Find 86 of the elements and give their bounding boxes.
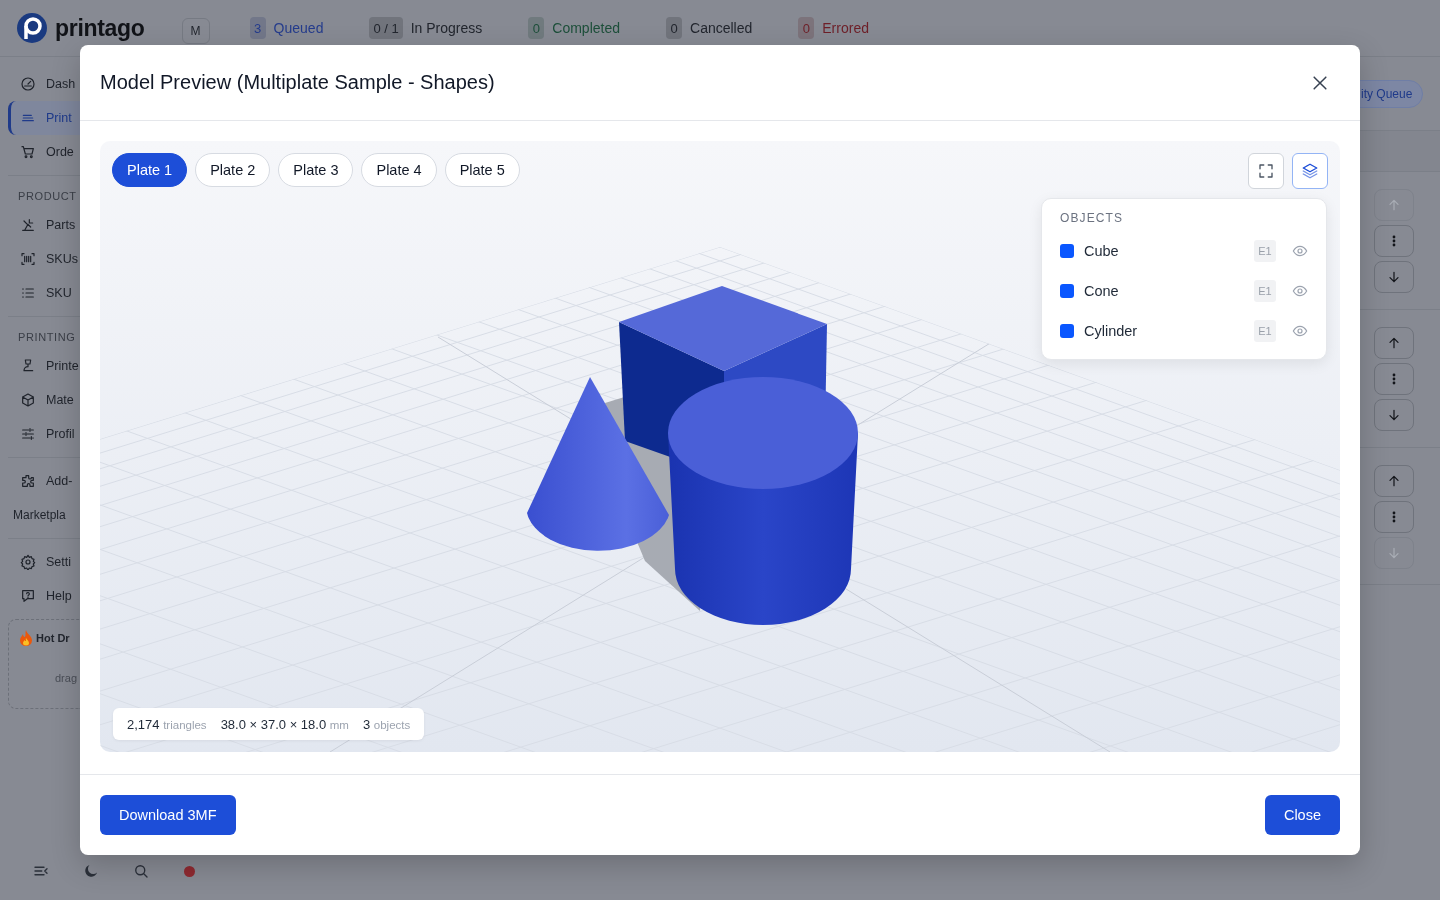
nav-item[interactable]: Print bbox=[8, 101, 80, 135]
cart-icon bbox=[20, 144, 36, 160]
flame-icon bbox=[19, 630, 33, 646]
status-label[interactable]: Completed bbox=[552, 20, 620, 36]
arrow-down-icon bbox=[1386, 269, 1402, 285]
close-dialog-button[interactable]: Close bbox=[1264, 795, 1340, 835]
visibility-toggle[interactable] bbox=[1292, 283, 1308, 299]
section-heading: PRODUCT bbox=[17, 189, 78, 204]
move-up-button[interactable] bbox=[1374, 465, 1414, 497]
nav-item[interactable]: Setti bbox=[8, 545, 80, 579]
logo-text: printago bbox=[55, 14, 145, 42]
move-down-button[interactable] bbox=[1374, 399, 1414, 431]
section-heading: PRINTING bbox=[17, 330, 77, 345]
layers-button[interactable] bbox=[1292, 153, 1328, 189]
moon-icon bbox=[82, 862, 100, 880]
nav-item[interactable]: Printe bbox=[8, 349, 80, 383]
nozzle-icon bbox=[20, 358, 36, 374]
fullscreen-button[interactable] bbox=[1248, 153, 1284, 189]
layers-icon bbox=[1301, 162, 1319, 180]
extruder-tag: E1 bbox=[1254, 240, 1276, 262]
nav-item[interactable]: Profil bbox=[8, 417, 80, 451]
count-badge: 0 bbox=[528, 17, 545, 39]
fullscreen-icon bbox=[1257, 162, 1275, 180]
move-down-button[interactable] bbox=[1374, 261, 1414, 293]
logo-icon bbox=[16, 12, 48, 44]
puzzle-icon bbox=[20, 473, 36, 489]
status-dot-icon bbox=[184, 865, 195, 877]
count-badge: 3 bbox=[249, 17, 266, 39]
plate-tab[interactable]: Plate 1 bbox=[112, 153, 188, 187]
eye-icon bbox=[1292, 283, 1308, 299]
dialog-title: Model Preview (Multiplate Sample - Shapes) bbox=[100, 71, 495, 94]
more-button[interactable] bbox=[1374, 225, 1414, 257]
panel-heading: OBJECTS bbox=[1060, 211, 1125, 227]
nav-item[interactable]: Parts bbox=[8, 208, 80, 242]
visibility-toggle[interactable] bbox=[1292, 323, 1308, 339]
more-button[interactable] bbox=[1374, 363, 1414, 395]
user-badge[interactable]: M bbox=[181, 18, 210, 44]
plate-tab[interactable]: Plate 5 bbox=[444, 153, 520, 187]
nav-item[interactable]: Add- bbox=[8, 464, 80, 498]
arrow-down-icon bbox=[1386, 545, 1402, 561]
plate-tab[interactable]: Plate 2 bbox=[195, 153, 271, 187]
move-up-button[interactable] bbox=[1374, 327, 1414, 359]
status-label[interactable]: Errored bbox=[822, 20, 869, 36]
drop-zone-title: Hot Dr bbox=[36, 632, 70, 644]
extruder-tag: E1 bbox=[1254, 280, 1276, 302]
count-badge: 0 / 1 bbox=[369, 17, 403, 39]
plate-tab[interactable]: Plate 3 bbox=[278, 153, 354, 187]
list-icon bbox=[20, 285, 36, 301]
eye-icon bbox=[1292, 323, 1308, 339]
tool-icon bbox=[20, 217, 36, 233]
gauge-icon bbox=[20, 76, 36, 92]
nav-item[interactable]: SKU bbox=[8, 276, 80, 310]
object-name[interactable]: Cone bbox=[1084, 283, 1244, 299]
arrow-up-icon bbox=[1386, 197, 1402, 213]
more-button[interactable] bbox=[1374, 501, 1414, 533]
arrow-up-icon bbox=[1386, 473, 1402, 489]
count-badge: 0 bbox=[666, 17, 682, 39]
object-name[interactable]: Cube bbox=[1084, 243, 1244, 259]
nav-item[interactable]: SKUs bbox=[8, 242, 80, 276]
settings-icon bbox=[20, 554, 36, 570]
visibility-toggle[interactable] bbox=[1292, 243, 1308, 259]
search-icon bbox=[132, 862, 150, 880]
count-badge: 0 bbox=[798, 17, 815, 39]
download-button[interactable]: Download 3MF bbox=[100, 795, 236, 835]
nav-item[interactable]: Help bbox=[8, 579, 80, 613]
nav-item[interactable]: Orde bbox=[8, 135, 80, 169]
nav-item[interactable]: Marketpla bbox=[0, 498, 80, 532]
extruder-tag: E1 bbox=[1254, 320, 1276, 342]
nav-item[interactable]: Mate bbox=[8, 383, 80, 417]
arrow-up-icon bbox=[1386, 335, 1402, 351]
arrow-down-icon bbox=[1386, 407, 1402, 423]
plate-tab[interactable]: Plate 4 bbox=[361, 153, 437, 187]
sliders-icon bbox=[20, 426, 36, 442]
status-label[interactable]: In Progress bbox=[410, 20, 483, 36]
barcode-icon bbox=[20, 251, 36, 267]
nav-item[interactable]: Dash bbox=[8, 67, 80, 101]
drop-zone-hint: drag bbox=[54, 671, 79, 684]
stat-text: 38.0 × 37.0 × 18.0 mm bbox=[220, 716, 349, 732]
status-label[interactable]: Queued bbox=[273, 20, 324, 36]
eye-icon bbox=[1292, 243, 1308, 259]
cube-icon bbox=[20, 392, 36, 408]
status-label[interactable]: Cancelled bbox=[690, 20, 753, 36]
object-name[interactable]: Cylinder bbox=[1084, 323, 1244, 339]
stat-text: 2,174 triangles bbox=[127, 716, 207, 732]
stat-text: 3 objects bbox=[362, 716, 411, 732]
help-icon bbox=[20, 588, 36, 604]
